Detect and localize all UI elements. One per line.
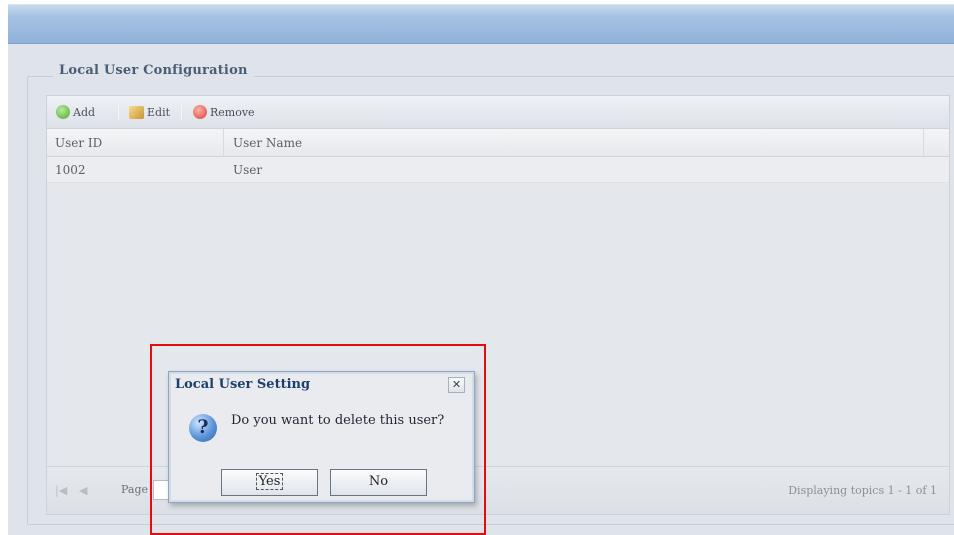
add-label: Add	[73, 105, 96, 119]
cell-user-id: 1002	[55, 163, 86, 177]
yes-label: Yes	[255, 473, 284, 490]
page-label: Page	[121, 483, 149, 496]
column-header-user-name[interactable]: User Name	[233, 136, 302, 150]
table-row[interactable]: 1002 User	[47, 157, 949, 183]
confirm-dialog: Local User Setting ✕ ? Do you want to de…	[168, 371, 475, 503]
remove-button[interactable]: Remove	[193, 103, 255, 121]
add-button[interactable]: Add	[56, 103, 95, 121]
toolbar-separator	[181, 104, 182, 120]
edit-icon	[129, 105, 144, 119]
close-icon[interactable]: ✕	[448, 377, 465, 393]
first-page-icon[interactable]: |◀	[55, 484, 67, 497]
yes-button[interactable]: Yes	[221, 469, 318, 496]
edit-label: Edit	[147, 105, 171, 119]
table-header: User ID User Name	[47, 129, 949, 157]
dialog-message: Do you want to delete this user?	[231, 413, 445, 428]
add-icon	[56, 105, 70, 119]
column-divider	[223, 129, 224, 157]
edit-button[interactable]: Edit	[129, 103, 170, 121]
grid-toolbar: Add Edit Remove	[47, 96, 949, 129]
top-banner	[8, 4, 954, 44]
remove-icon	[193, 105, 207, 119]
cell-user-name: User	[233, 163, 263, 177]
prev-page-icon[interactable]: ◀	[79, 484, 87, 497]
dialog-title: Local User Setting	[175, 377, 311, 392]
remove-label: Remove	[210, 105, 255, 119]
panel-legend: Local User Configuration	[53, 63, 254, 78]
column-divider	[923, 129, 924, 157]
no-button[interactable]: No	[330, 469, 427, 496]
toolbar-separator	[118, 104, 119, 120]
column-header-user-id[interactable]: User ID	[55, 136, 102, 150]
page-summary: Displaying topics 1 - 1 of 1	[788, 484, 937, 497]
question-icon: ?	[189, 414, 217, 442]
